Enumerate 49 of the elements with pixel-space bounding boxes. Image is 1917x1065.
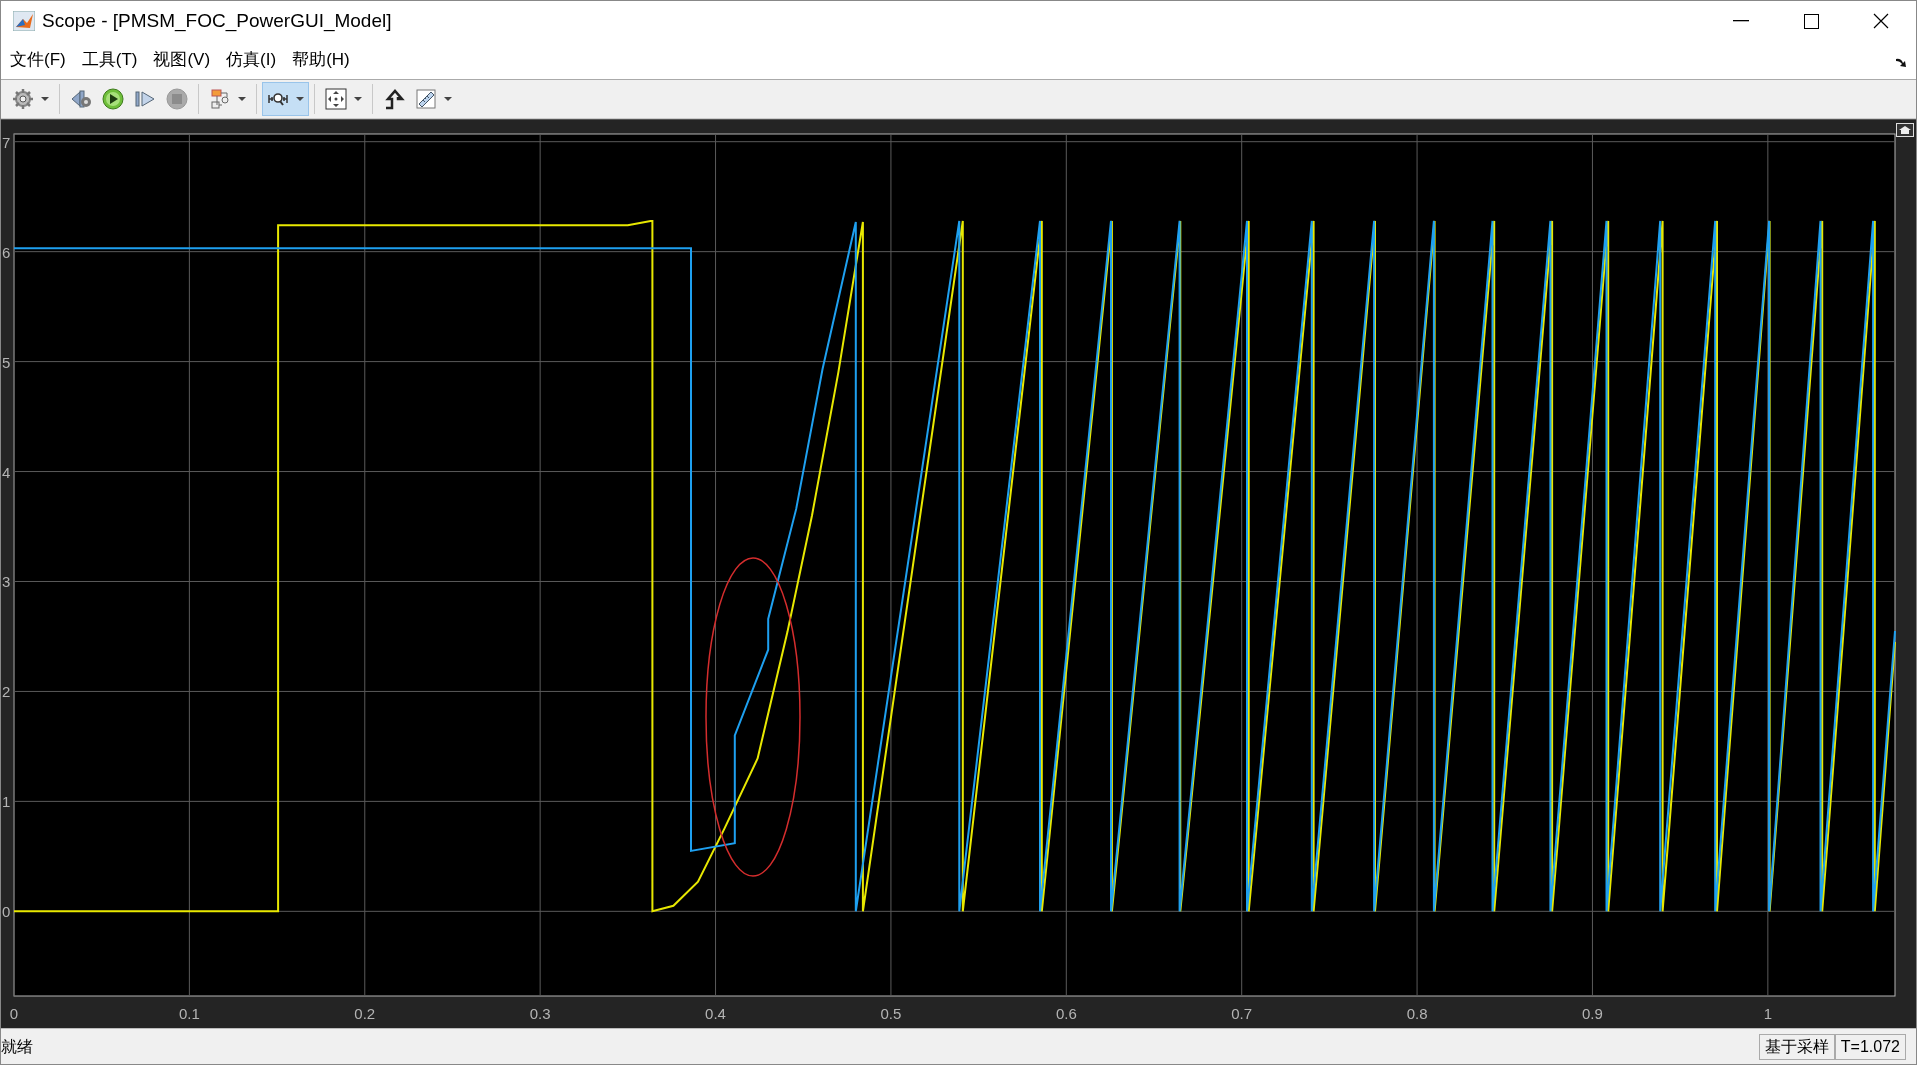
step-forward-icon[interactable] <box>134 88 156 110</box>
fit-view-icon[interactable] <box>325 88 347 110</box>
y-tick-label: 2 <box>2 683 11 701</box>
dropdown-caret-icon[interactable] <box>41 96 49 102</box>
y-tick-label: 3 <box>2 573 11 591</box>
menu-item[interactable]: 仿真(I) <box>226 47 277 73</box>
y-tick-label: 5 <box>2 353 11 371</box>
menu-item[interactable]: 帮助(H) <box>292 47 350 73</box>
minimize-icon[interactable] <box>1733 20 1749 22</box>
play-icon[interactable] <box>102 88 124 110</box>
restore-axes-icon[interactable] <box>1896 123 1914 137</box>
rewind-camera-icon[interactable] <box>70 88 92 110</box>
status-text: 就绪 <box>1 1036 33 1057</box>
x-tick-label: 0.2 <box>354 1005 376 1022</box>
y-tick-label: 7 <box>2 133 11 151</box>
x-tick-label: 0.1 <box>178 1005 200 1022</box>
status-cell: T=1.072 <box>1834 1033 1906 1060</box>
x-tick-label: 0.6 <box>1055 1005 1077 1022</box>
gear-icon[interactable] <box>12 88 34 110</box>
x-tick-label: 1 <box>1763 1005 1772 1022</box>
y-tick-label: 1 <box>2 793 11 811</box>
y-tick-label: 6 <box>2 243 11 261</box>
menu-item[interactable]: 工具(T) <box>81 47 138 73</box>
dropdown-caret-icon[interactable] <box>296 96 304 102</box>
menu-item[interactable]: 文件(F) <box>10 47 66 73</box>
block-diagram-icon[interactable] <box>209 88 231 110</box>
dropdown-caret-icon[interactable] <box>354 96 362 102</box>
undock-arrow-icon[interactable] <box>1895 57 1908 68</box>
y-tick-label: 4 <box>2 463 11 481</box>
x-tick-label: 0.3 <box>529 1005 551 1022</box>
ruler-icon[interactable] <box>415 88 437 110</box>
window-title: Scope - [PMSM_FOC_PowerGUI_Model] <box>42 8 392 34</box>
y-tick-label: 0 <box>2 903 11 921</box>
zoom-tool-button[interactable] <box>262 82 309 116</box>
maximize-icon[interactable] <box>1803 13 1819 29</box>
app-icon <box>13 11 35 31</box>
dropdown-caret-icon[interactable] <box>238 96 246 102</box>
x-tick-label: 0.5 <box>880 1005 902 1022</box>
dropdown-caret-icon[interactable] <box>444 96 452 102</box>
stop-icon[interactable] <box>166 88 188 110</box>
x-tick-label: 0.8 <box>1406 1005 1428 1022</box>
close-icon[interactable] <box>1873 13 1889 29</box>
x-tick-label: 0.7 <box>1231 1005 1253 1022</box>
x-tick-label: 0.9 <box>1582 1005 1603 1022</box>
menu-item[interactable]: 视图(V) <box>153 47 211 73</box>
status-cell: 基于采样 <box>1758 1033 1835 1060</box>
x-tick-label: 0 <box>9 1005 19 1022</box>
trigger-icon[interactable] <box>383 88 405 110</box>
x-tick-label: 0.4 <box>705 1005 726 1022</box>
